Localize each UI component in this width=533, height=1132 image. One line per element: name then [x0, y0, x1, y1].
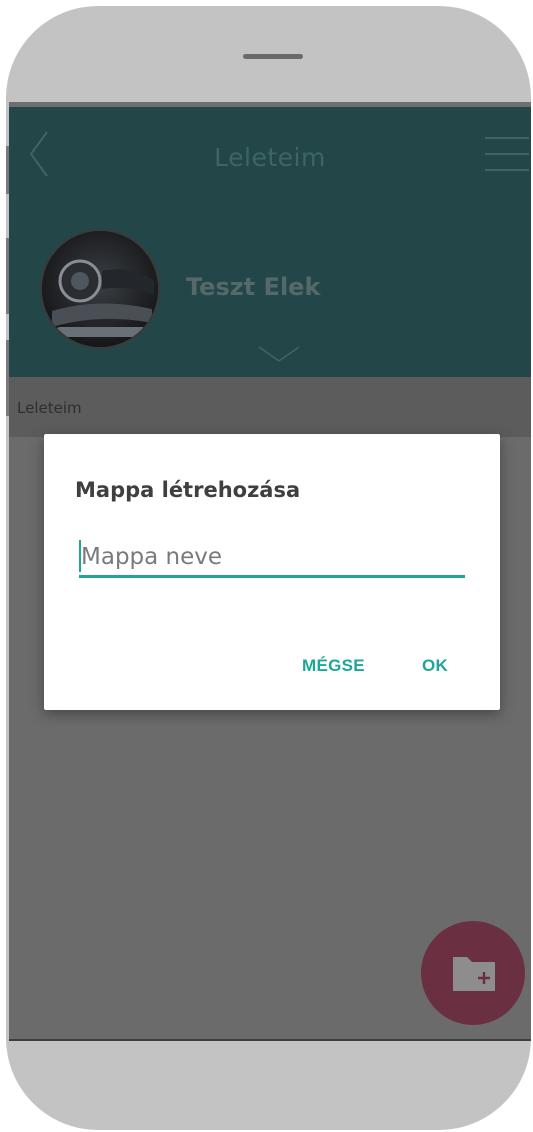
breadcrumb: Leleteim	[9, 377, 531, 437]
text-cursor	[79, 540, 81, 572]
dialog-title: Mappa létrehozása	[75, 478, 301, 502]
hamburger-menu-icon[interactable]	[485, 137, 529, 171]
folder-name-input[interactable]	[79, 538, 465, 578]
app-header: Leleteim Teszt Elek	[9, 107, 531, 377]
user-name[interactable]: Teszt Elek	[186, 273, 320, 301]
chevron-down-icon[interactable]	[257, 345, 301, 363]
screen-divider	[9, 1039, 531, 1041]
speaker-slot	[243, 54, 303, 59]
folder-add-icon	[453, 957, 495, 991]
breadcrumb-label: Leleteim	[17, 399, 82, 417]
create-folder-dialog: Mappa létrehozása MÉGSE OK	[44, 434, 500, 710]
ok-button[interactable]: OK	[422, 656, 448, 676]
avatar[interactable]	[40, 229, 160, 349]
add-folder-button[interactable]	[421, 921, 525, 1025]
page-title: Leleteim	[214, 143, 326, 172]
cancel-button[interactable]: MÉGSE	[302, 656, 365, 676]
